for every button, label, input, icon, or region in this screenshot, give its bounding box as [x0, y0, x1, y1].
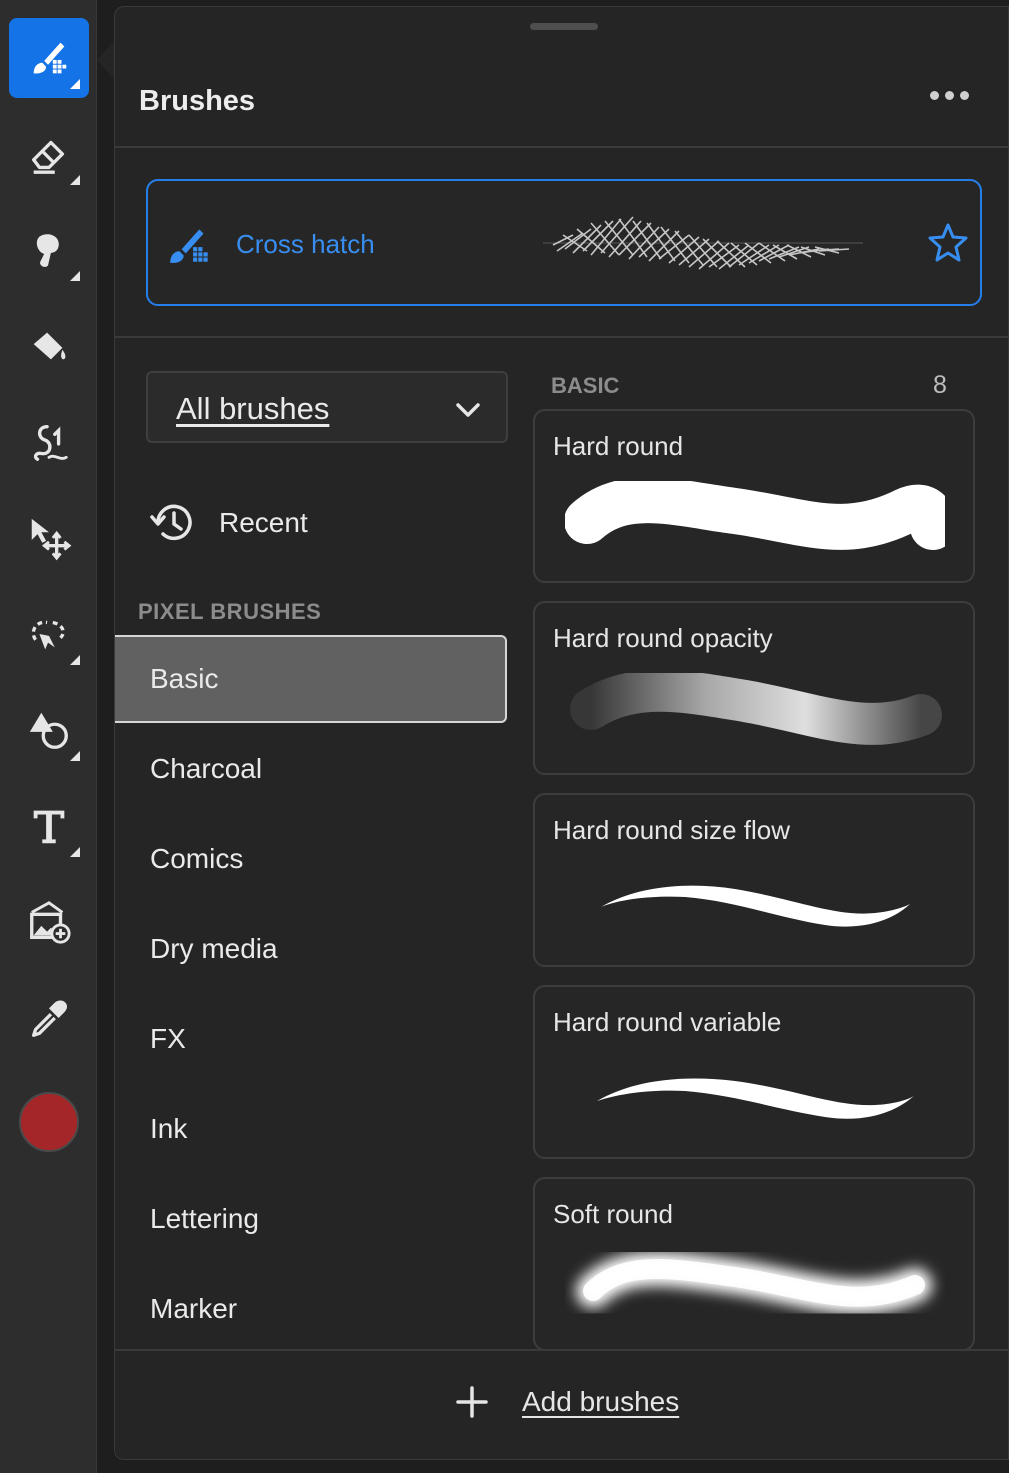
fill-tool[interactable]	[9, 306, 89, 386]
category-fx[interactable]: FX	[115, 995, 507, 1083]
cross-hatch-brush-icon	[170, 229, 208, 263]
transform-tool[interactable]	[9, 498, 89, 578]
brush-card-label: Soft round	[553, 1199, 673, 1229]
history-icon	[150, 504, 192, 541]
shape-tool[interactable]	[9, 690, 89, 770]
eyedropper-icon	[31, 1000, 68, 1037]
brush-card-label: Hard round opacity	[553, 623, 773, 653]
smudge-icon	[36, 234, 59, 267]
shape-icon	[29, 712, 68, 749]
plus-icon	[456, 1386, 488, 1418]
brush-tool[interactable]	[9, 18, 89, 98]
hard-round-variable-stroke-preview	[597, 1078, 915, 1119]
eraser-tool[interactable]	[9, 114, 89, 194]
add-brushes-label: Add brushes	[522, 1386, 680, 1417]
star-icon[interactable]	[926, 221, 970, 265]
tool-bar	[0, 0, 97, 1473]
brush-card-hard-round-opacity[interactable]: Hard round opacity	[533, 601, 975, 775]
brush-filter-dropdown[interactable]: All brushes	[146, 371, 508, 443]
panel-footer: Add brushes	[115, 1349, 1008, 1459]
hard-round-stroke-preview	[565, 481, 945, 550]
category-charcoal[interactable]: Charcoal	[115, 725, 507, 813]
category-lettering[interactable]: Lettering	[115, 1175, 507, 1263]
brush-card-hard-round-size-flow[interactable]: Hard round size flow	[533, 793, 975, 967]
current-brush-label: Cross hatch	[236, 229, 375, 259]
brush-icon	[33, 42, 67, 74]
brushes-panel: Brushes Cross hatch All brushes Recent P…	[114, 6, 1009, 1460]
divider	[115, 336, 1008, 338]
liquify-icon	[33, 424, 68, 461]
eyedropper-tool[interactable]	[9, 978, 89, 1058]
category-marker[interactable]: Marker	[115, 1265, 507, 1353]
brush-card-hard-round[interactable]: Hard round	[533, 409, 975, 583]
recent-brushes-item[interactable]: Recent	[149, 495, 507, 551]
lasso-icon	[31, 620, 65, 650]
brush-list-heading: BASIC	[551, 373, 620, 398]
category-comics[interactable]: Comics	[115, 815, 507, 903]
section-heading: PIXEL BRUSHES	[138, 599, 322, 624]
brush-card-label: Hard round	[553, 431, 684, 461]
brush-card-label: Hard round size flow	[553, 815, 790, 845]
panel-pointer	[97, 40, 115, 80]
brush-card-hard-round-variable[interactable]: Hard round variable	[533, 985, 975, 1159]
brush-card-label: Hard round variable	[553, 1007, 782, 1037]
category-basic[interactable]: Basic	[115, 635, 507, 723]
more-icon[interactable]	[925, 83, 973, 107]
type-tool[interactable]	[9, 786, 89, 866]
panel-drag-handle[interactable]	[530, 23, 598, 30]
category-ink[interactable]: Ink	[115, 1085, 507, 1173]
soft-round-stroke-preview	[576, 1251, 932, 1314]
cross-hatch-stroke-preview	[543, 216, 863, 270]
type-icon	[33, 810, 65, 844]
divider	[115, 146, 1008, 148]
move-transform-icon	[31, 518, 72, 561]
recent-label: Recent	[219, 507, 308, 538]
current-color-swatch[interactable]	[19, 1092, 79, 1152]
hard-round-opacity-stroke-preview	[570, 673, 942, 745]
lasso-tool[interactable]	[9, 594, 89, 674]
brush-card-soft-round[interactable]: Soft round	[533, 1177, 975, 1351]
current-brush-card[interactable]: Cross hatch	[146, 179, 982, 306]
category-dry-media[interactable]: Dry media	[115, 905, 507, 993]
smudge-tool[interactable]	[9, 210, 89, 290]
panel-title: Brushes	[139, 85, 256, 117]
liquify-tool[interactable]	[9, 402, 89, 482]
brush-list-count: 8	[933, 371, 947, 399]
chevron-down-icon	[456, 403, 480, 417]
eraser-icon	[31, 140, 65, 174]
brush-filter-value: All brushes	[176, 391, 330, 426]
paint-bucket-icon	[33, 332, 66, 360]
hard-round-size-flow-stroke-preview	[601, 885, 911, 927]
add-brushes-button[interactable]: Add brushes	[455, 1385, 679, 1419]
place-image-tool[interactable]	[9, 882, 89, 962]
place-image-icon	[30, 901, 71, 944]
